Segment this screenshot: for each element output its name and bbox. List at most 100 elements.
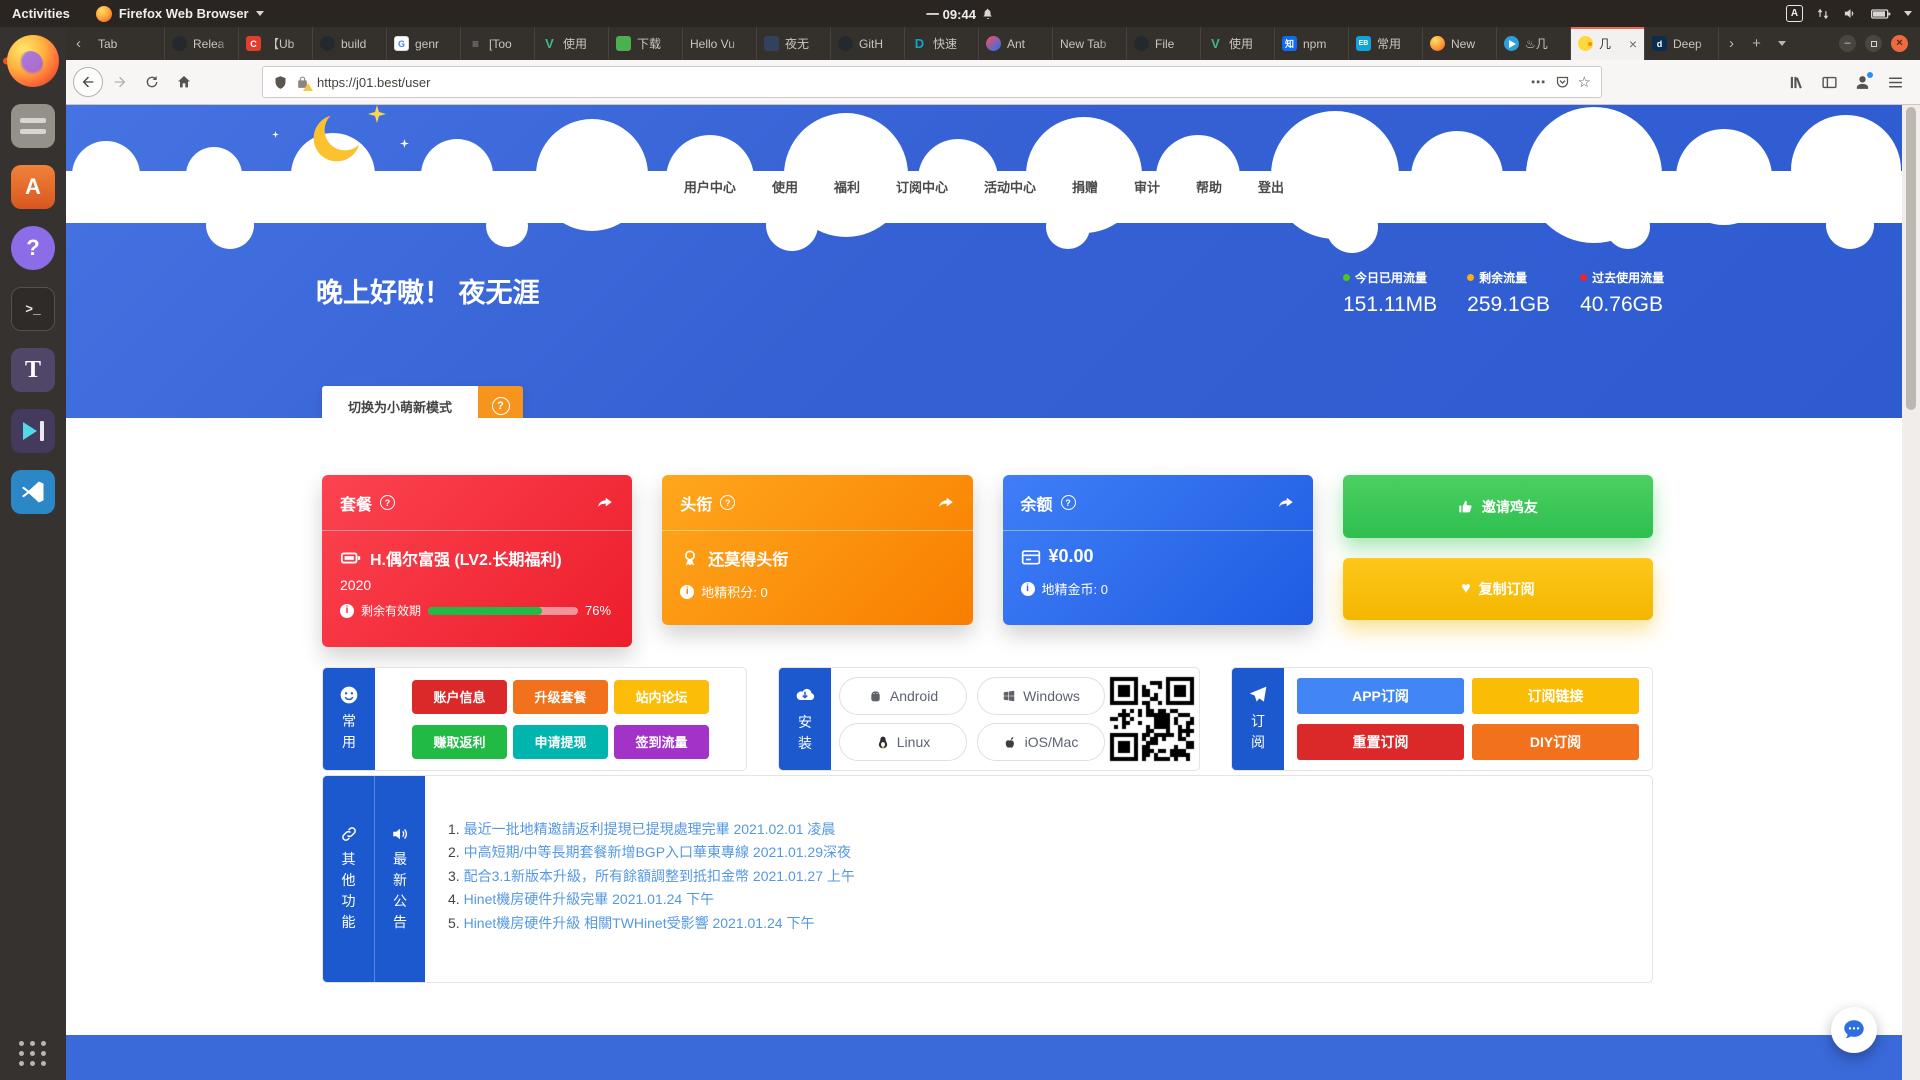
nav-item[interactable]: 用户中心: [684, 177, 736, 196]
system-tray[interactable]: A: [1786, 5, 1912, 22]
back-button[interactable]: [73, 67, 103, 97]
reload-button[interactable]: [137, 67, 167, 97]
dock-item-firefox[interactable]: [0, 35, 66, 87]
help-icon[interactable]: ?: [720, 495, 735, 510]
app-menu[interactable]: Firefox Web Browser: [96, 6, 264, 22]
clock[interactable]: 一 09:44: [926, 4, 994, 23]
mode-switch-button[interactable]: 切换为小萌新模式 ?: [322, 386, 523, 418]
browser-tab[interactable]: New: [1423, 27, 1497, 60]
subscription-button[interactable]: 订阅链接: [1472, 678, 1639, 714]
bookmark-star-icon[interactable]: ☆: [1578, 73, 1591, 91]
battery-icon[interactable]: [1871, 8, 1891, 20]
help-icon[interactable]: ?: [1061, 495, 1076, 510]
help-icon[interactable]: ?: [478, 386, 523, 418]
install-button-windows[interactable]: Windows: [977, 677, 1105, 715]
share-icon[interactable]: [937, 494, 955, 512]
scrollbar-thumb[interactable]: [1906, 107, 1916, 410]
dock-item-help[interactable]: ?: [0, 226, 66, 270]
nav-item[interactable]: 订阅中心: [896, 177, 948, 196]
browser-tab[interactable]: D快速: [905, 27, 979, 60]
quick-action-button[interactable]: 账户信息: [412, 680, 507, 714]
install-button-apple[interactable]: iOS/Mac: [977, 723, 1105, 761]
tab-subscribe[interactable]: 订阅: [1232, 668, 1284, 770]
quick-action-button[interactable]: 站内论坛: [614, 680, 709, 714]
share-icon[interactable]: [596, 494, 614, 512]
scroll-tabs-left-icon[interactable]: ‹: [66, 27, 91, 60]
dock-item-text-editor[interactable]: T: [0, 348, 66, 392]
browser-tab[interactable]: Hello Vu: [683, 27, 757, 60]
browser-tab[interactable]: dDeep: [1645, 27, 1719, 60]
announcement-link[interactable]: Hinet機房硬件升級完畢 2021.01.24 下午: [464, 891, 715, 907]
library-icon[interactable]: [1788, 74, 1805, 91]
volume-icon[interactable]: [1843, 6, 1858, 21]
nav-item[interactable]: 使用: [772, 177, 798, 196]
quick-action-button[interactable]: 签到流量: [614, 725, 709, 759]
browser-tab[interactable]: EB常用: [1349, 27, 1423, 60]
url-bar[interactable]: https://j01.best/user ⋯ ☆: [262, 66, 1602, 98]
tab-quick[interactable]: 常用: [323, 668, 375, 770]
tab-other-functions[interactable]: 其他功能: [323, 776, 374, 982]
browser-tab[interactable]: C【Ub: [239, 27, 313, 60]
shield-icon[interactable]: [273, 75, 288, 90]
new-tab-button[interactable]: +: [1744, 27, 1769, 60]
browser-tab[interactable]: File: [1127, 27, 1201, 60]
dock-item-vscode[interactable]: [0, 470, 66, 514]
sidebar-icon[interactable]: [1821, 74, 1838, 91]
minimize-button[interactable]: –: [1839, 35, 1856, 52]
browser-tab[interactable]: ≡[Too: [461, 27, 535, 60]
browser-tab[interactable]: New Tab: [1053, 27, 1127, 60]
install-button-android[interactable]: Android: [839, 677, 967, 715]
menu-icon[interactable]: [1887, 74, 1904, 91]
scrollbar[interactable]: [1902, 105, 1920, 1080]
input-method-icon[interactable]: A: [1786, 5, 1803, 22]
home-button[interactable]: [169, 67, 199, 97]
url-text[interactable]: https://j01.best/user: [317, 75, 1523, 90]
browser-tab[interactable]: V使用: [1201, 27, 1275, 60]
nav-item[interactable]: 福利: [834, 177, 860, 196]
help-icon[interactable]: ?: [380, 495, 395, 510]
tab-latest-announcements[interactable]: 最新公告: [374, 776, 425, 982]
browser-tab[interactable]: GitH: [831, 27, 905, 60]
browser-tab[interactable]: V使用: [535, 27, 609, 60]
scroll-tabs-right-icon[interactable]: ›: [1719, 27, 1744, 60]
browser-tab[interactable]: Tab: [91, 27, 165, 60]
nav-item[interactable]: 帮助: [1196, 177, 1222, 196]
browser-tab[interactable]: 夜无: [757, 27, 831, 60]
tab-install[interactable]: 安装: [779, 668, 831, 770]
list-tabs-icon[interactable]: [1769, 27, 1794, 60]
browser-tab[interactable]: 几×: [1571, 27, 1645, 60]
nav-item[interactable]: 捐赠: [1072, 177, 1098, 196]
subscription-button[interactable]: 重置订阅: [1297, 724, 1464, 760]
lock-icon[interactable]: [296, 76, 309, 89]
dock-item-ubuntu-software[interactable]: A: [0, 165, 66, 209]
announcement-link[interactable]: 中高短期/中等長期套餐新增BGP入口華東專線 2021.01.29深夜: [464, 844, 851, 860]
invite-button[interactable]: 邀请鸡友: [1343, 475, 1653, 538]
browser-tab[interactable]: ♨几: [1497, 27, 1571, 60]
quick-action-button[interactable]: 申请提现: [513, 725, 608, 759]
forward-button[interactable]: [105, 67, 135, 97]
close-button[interactable]: ×: [1891, 35, 1908, 52]
pocket-icon[interactable]: [1555, 75, 1570, 90]
dock-item-terminal[interactable]: >_: [0, 287, 66, 331]
browser-tab[interactable]: Ant: [979, 27, 1053, 60]
browser-tab[interactable]: 下载: [609, 27, 683, 60]
tab-close-icon[interactable]: ×: [1629, 36, 1637, 52]
nav-item[interactable]: 登出: [1258, 177, 1284, 196]
dock-item-remote-app[interactable]: [0, 409, 66, 453]
subscription-button[interactable]: APP订阅: [1297, 678, 1464, 714]
announcement-link[interactable]: 最近一批地精邀請返利提現已提現處理完畢 2021.02.01 凌晨: [464, 821, 836, 837]
page-actions-icon[interactable]: ⋯: [1531, 73, 1547, 91]
show-applications-button[interactable]: [0, 1041, 66, 1066]
dock-item-files[interactable]: [0, 104, 66, 148]
network-icon[interactable]: [1816, 7, 1830, 21]
subscription-button[interactable]: DIY订阅: [1472, 724, 1639, 760]
announcement-link[interactable]: 配合3.1新版本升級，所有餘額調整到抵扣金幣 2021.01.27 上午: [464, 868, 855, 884]
install-button-linux[interactable]: Linux: [839, 723, 967, 761]
announcement-link[interactable]: Hinet機房硬件升級 相關TWHinet受影響 2021.01.24 下午: [464, 915, 815, 931]
browser-tab[interactable]: Relea: [165, 27, 239, 60]
quick-action-button[interactable]: 升级套餐: [513, 680, 608, 714]
chevron-down-icon[interactable]: [1904, 11, 1912, 16]
maximize-button[interactable]: [1865, 35, 1882, 52]
nav-item[interactable]: 审计: [1134, 177, 1160, 196]
copy-subscription-button[interactable]: ♥ 复制订阅: [1343, 558, 1653, 620]
